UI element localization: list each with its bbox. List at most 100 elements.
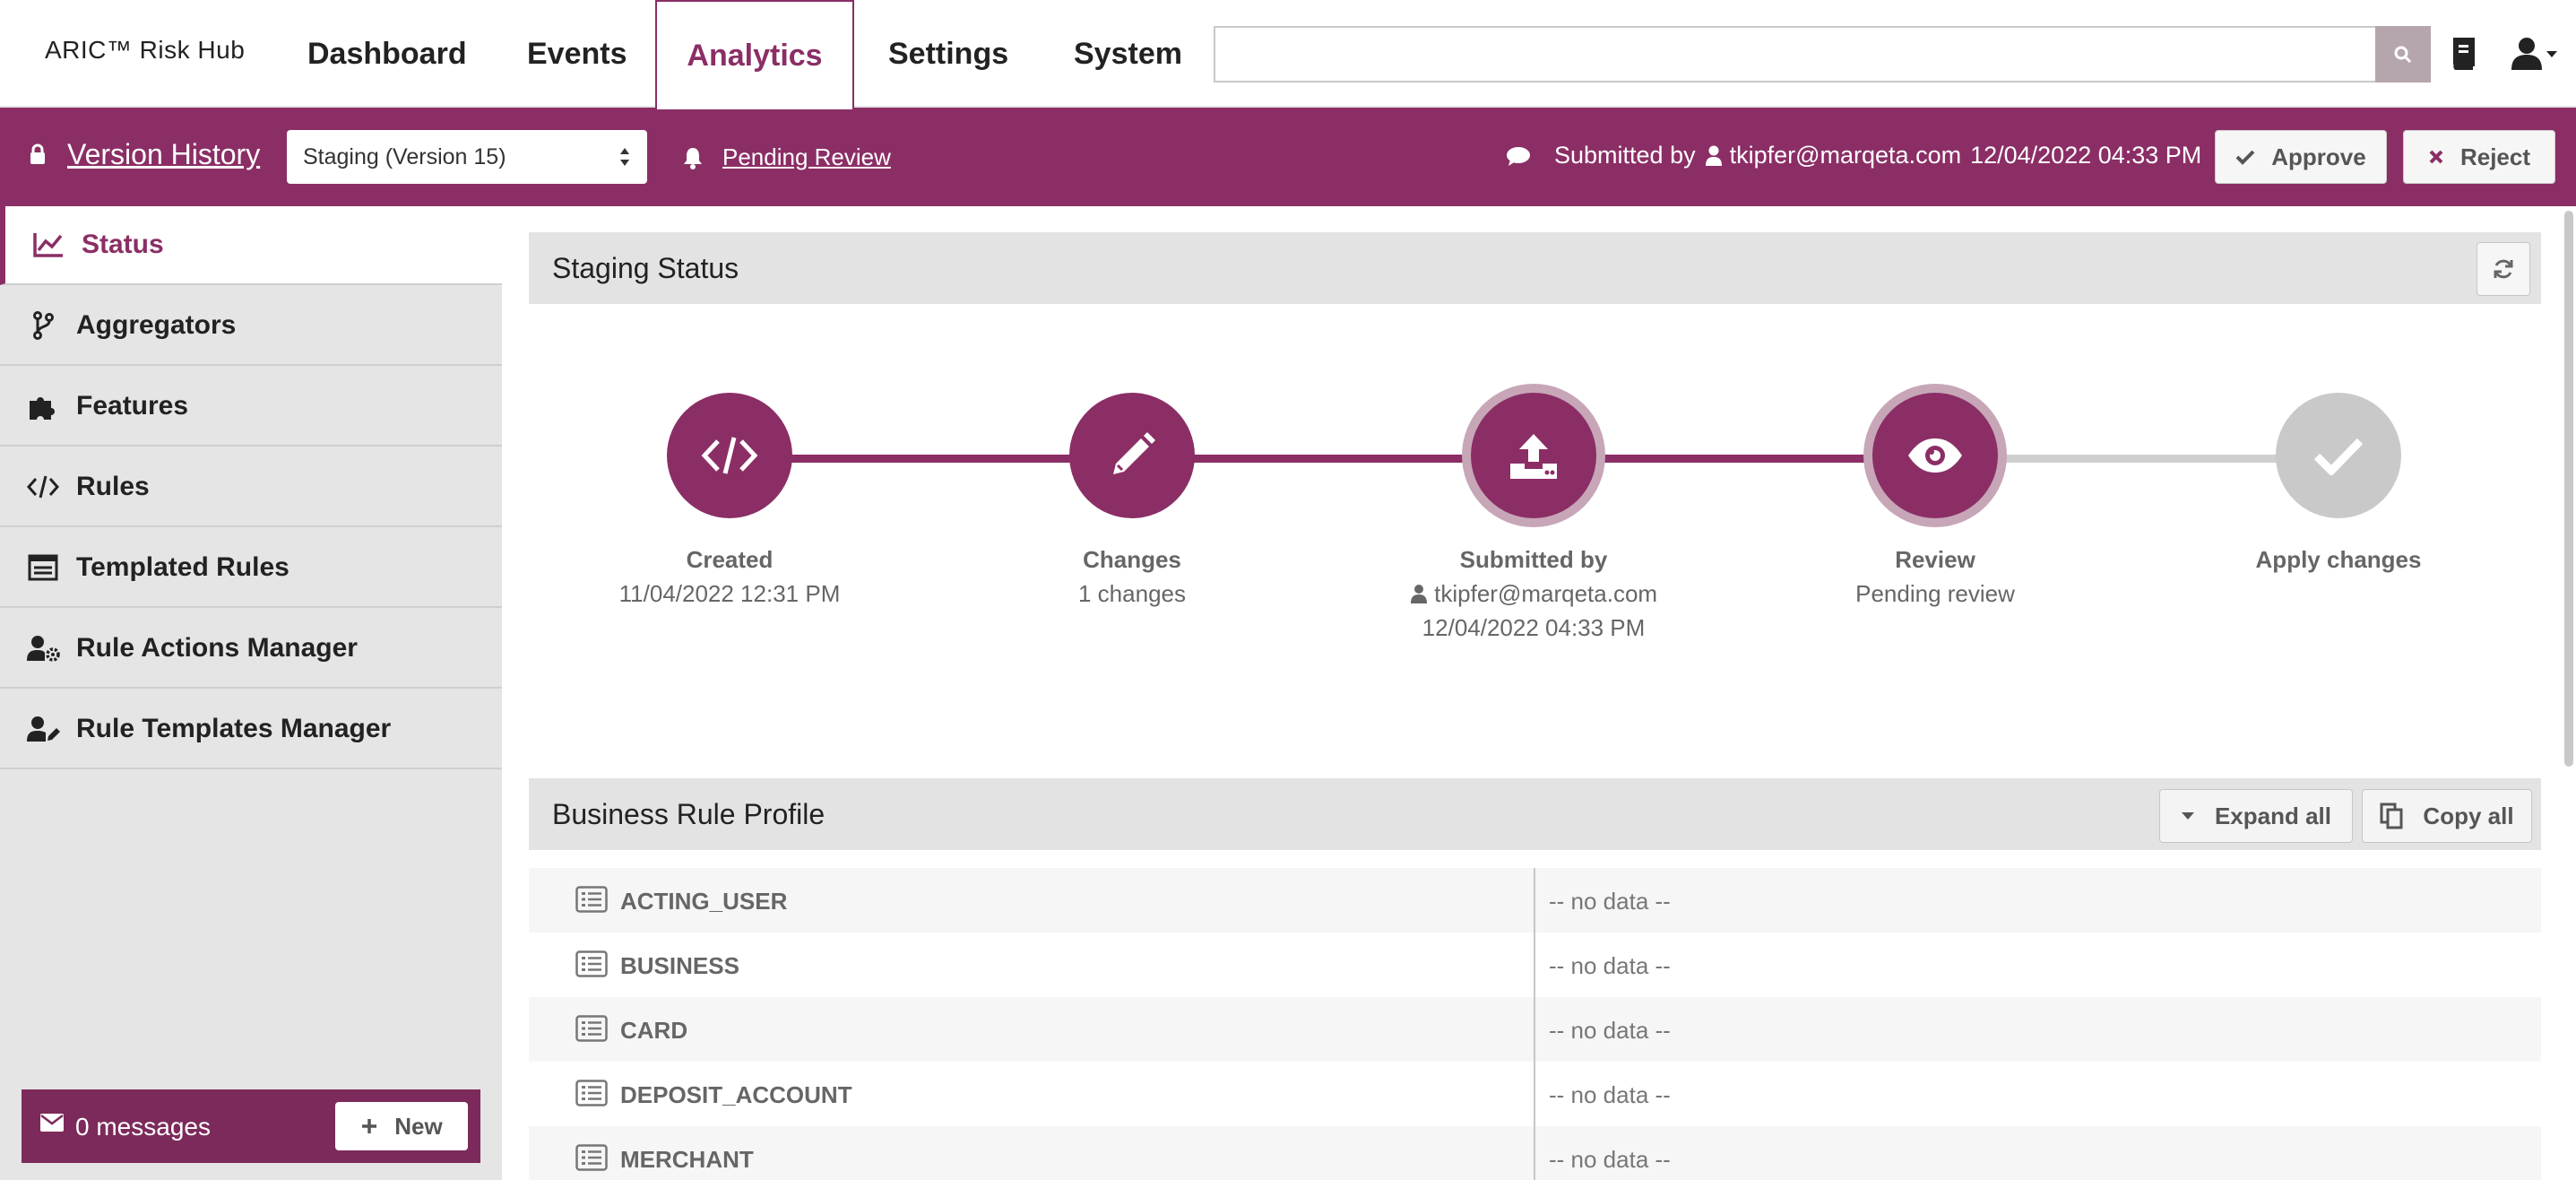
step-submitted-label: Submitted by tkipfer@marqeta.com 12/04/2… xyxy=(1345,542,1722,645)
nav-dashboard[interactable]: Dashboard xyxy=(307,0,467,108)
panel-title: Business Rule Profile xyxy=(552,798,826,830)
approve-label: Approve xyxy=(2271,143,2366,170)
expand-all-button[interactable]: Expand all xyxy=(2159,789,2353,843)
step-apply-changes xyxy=(2276,393,2401,518)
pending-review-link[interactable]: Pending Review xyxy=(722,143,891,171)
profile-name: MERCHANT xyxy=(620,1146,754,1173)
step-detail: tkipfer@marqeta.com xyxy=(1434,580,1658,607)
comment-icon xyxy=(1507,146,1530,166)
sidebar-item-rule-actions-manager[interactable]: Rule Actions Manager xyxy=(0,610,502,689)
profile-value: -- no data -- xyxy=(1549,1017,1671,1044)
profile-value: -- no data -- xyxy=(1549,952,1671,979)
profile-name: ACTING_USER xyxy=(620,888,788,915)
sidebar-item-label: Templated Rules xyxy=(76,552,290,582)
approve-button[interactable]: Approve xyxy=(2215,130,2387,184)
step-title: Created xyxy=(686,546,774,573)
sidebar-item-label: Rule Actions Manager xyxy=(76,633,358,663)
user-icon xyxy=(1705,145,1722,166)
submitted-user: tkipfer@marqeta.com xyxy=(1729,142,1962,169)
user-icon xyxy=(1410,585,1427,603)
step-review-label: Review Pending review xyxy=(1747,542,2123,611)
step-apply-label: Apply changes xyxy=(2150,542,2527,577)
user-menu-icon[interactable] xyxy=(2510,34,2560,74)
column-divider xyxy=(1534,868,1535,1180)
step-changes-label: Changes 1 changes xyxy=(944,542,1320,611)
sidebar-item-status[interactable]: Status xyxy=(0,206,502,285)
reject-label: Reject xyxy=(2459,143,2531,170)
code-icon xyxy=(25,469,61,505)
copy-all-button[interactable]: Copy all xyxy=(2362,789,2532,843)
select-arrows-icon xyxy=(618,145,631,175)
list-window-icon xyxy=(25,550,61,586)
profile-value: -- no data -- xyxy=(1549,888,1671,915)
staging-status-header: Staging Status xyxy=(529,232,2541,304)
submitted-time: 12/04/2022 04:33 PM xyxy=(1970,142,2202,169)
copy-icon xyxy=(2380,803,2403,829)
profile-value: -- no data -- xyxy=(1549,1146,1671,1173)
profile-name: BUSINESS xyxy=(620,952,739,979)
step-detail: 1 changes xyxy=(1078,580,1186,607)
sidebar-item-label: Aggregators xyxy=(76,310,237,340)
sidebar: Status Aggregators Features Rules Templa… xyxy=(0,206,502,1180)
refresh-icon xyxy=(2494,259,2513,279)
version-bar: Version History Staging (Version 15) Pen… xyxy=(0,108,2576,206)
profile-value: -- no data -- xyxy=(1549,1081,1671,1108)
check-icon xyxy=(2235,150,2255,165)
list-icon xyxy=(575,1080,608,1111)
list-icon xyxy=(575,950,608,982)
brand-logo[interactable]: ARIC™ Risk Hub xyxy=(45,36,245,65)
version-select-value: Staging (Version 15) xyxy=(303,144,506,169)
sidebar-item-label: Rules xyxy=(76,472,150,501)
new-label: New xyxy=(394,1112,443,1140)
profile-name: CARD xyxy=(620,1017,688,1044)
version-history-link[interactable]: Version History xyxy=(67,138,260,171)
close-icon xyxy=(2429,150,2443,164)
step-user-line: tkipfer@marqeta.com xyxy=(1345,577,1722,611)
top-navigation: ARIC™ Risk Hub Dashboard Events Analytic… xyxy=(0,0,2576,109)
plus-icon xyxy=(362,1119,377,1133)
step-changes xyxy=(1069,393,1195,518)
copy-all-label: Copy all xyxy=(2423,802,2514,829)
branch-icon xyxy=(25,308,61,343)
sidebar-item-rule-templates-manager[interactable]: Rule Templates Manager xyxy=(0,690,502,769)
progress-line-complete xyxy=(730,455,1936,463)
sidebar-item-templated-rules[interactable]: Templated Rules xyxy=(0,529,502,608)
step-submitted xyxy=(1471,393,1596,518)
reject-button[interactable]: Reject xyxy=(2403,130,2555,184)
scrollbar-thumb[interactable] xyxy=(2564,211,2573,767)
envelope-icon xyxy=(39,1113,65,1137)
sidebar-item-features[interactable]: Features xyxy=(0,368,502,447)
list-icon xyxy=(575,1144,608,1176)
nav-system[interactable]: System xyxy=(1074,0,1182,108)
messages-count[interactable]: 0 messages xyxy=(75,1113,211,1141)
search-icon xyxy=(2394,46,2412,63)
nav-settings[interactable]: Settings xyxy=(888,0,1008,108)
step-title: Apply changes xyxy=(2255,546,2422,573)
list-icon xyxy=(575,1015,608,1046)
step-detail: 12/04/2022 04:33 PM xyxy=(1422,614,1646,641)
user-edit-icon xyxy=(25,711,61,747)
refresh-button[interactable] xyxy=(2477,242,2530,296)
caret-down-icon xyxy=(2181,812,2194,820)
sidebar-item-rules[interactable]: Rules xyxy=(0,448,502,527)
user-gear-icon xyxy=(25,630,61,666)
nav-analytics[interactable]: Analytics xyxy=(655,0,854,109)
new-message-button[interactable]: New xyxy=(335,1102,468,1150)
step-created xyxy=(667,393,792,518)
submitted-label: Submitted by xyxy=(1554,142,1696,169)
docs-book-icon[interactable] xyxy=(2447,34,2479,74)
nav-events[interactable]: Events xyxy=(527,0,627,108)
sidebar-item-label: Rule Templates Manager xyxy=(76,714,392,743)
list-icon xyxy=(575,886,608,917)
search-input[interactable] xyxy=(1214,26,2431,82)
sidebar-item-aggregators[interactable]: Aggregators xyxy=(0,287,502,366)
search-button[interactable] xyxy=(2375,26,2431,82)
pending-review: Pending Review xyxy=(683,143,891,171)
sidebar-item-label: Features xyxy=(76,391,189,421)
chart-line-icon xyxy=(30,227,66,263)
pencil-icon xyxy=(1113,432,1155,474)
step-detail: Pending review xyxy=(1855,580,2015,607)
version-select[interactable]: Staging (Version 15) xyxy=(287,130,647,184)
upload-icon xyxy=(1510,434,1557,479)
step-title: Review xyxy=(1895,546,1975,573)
